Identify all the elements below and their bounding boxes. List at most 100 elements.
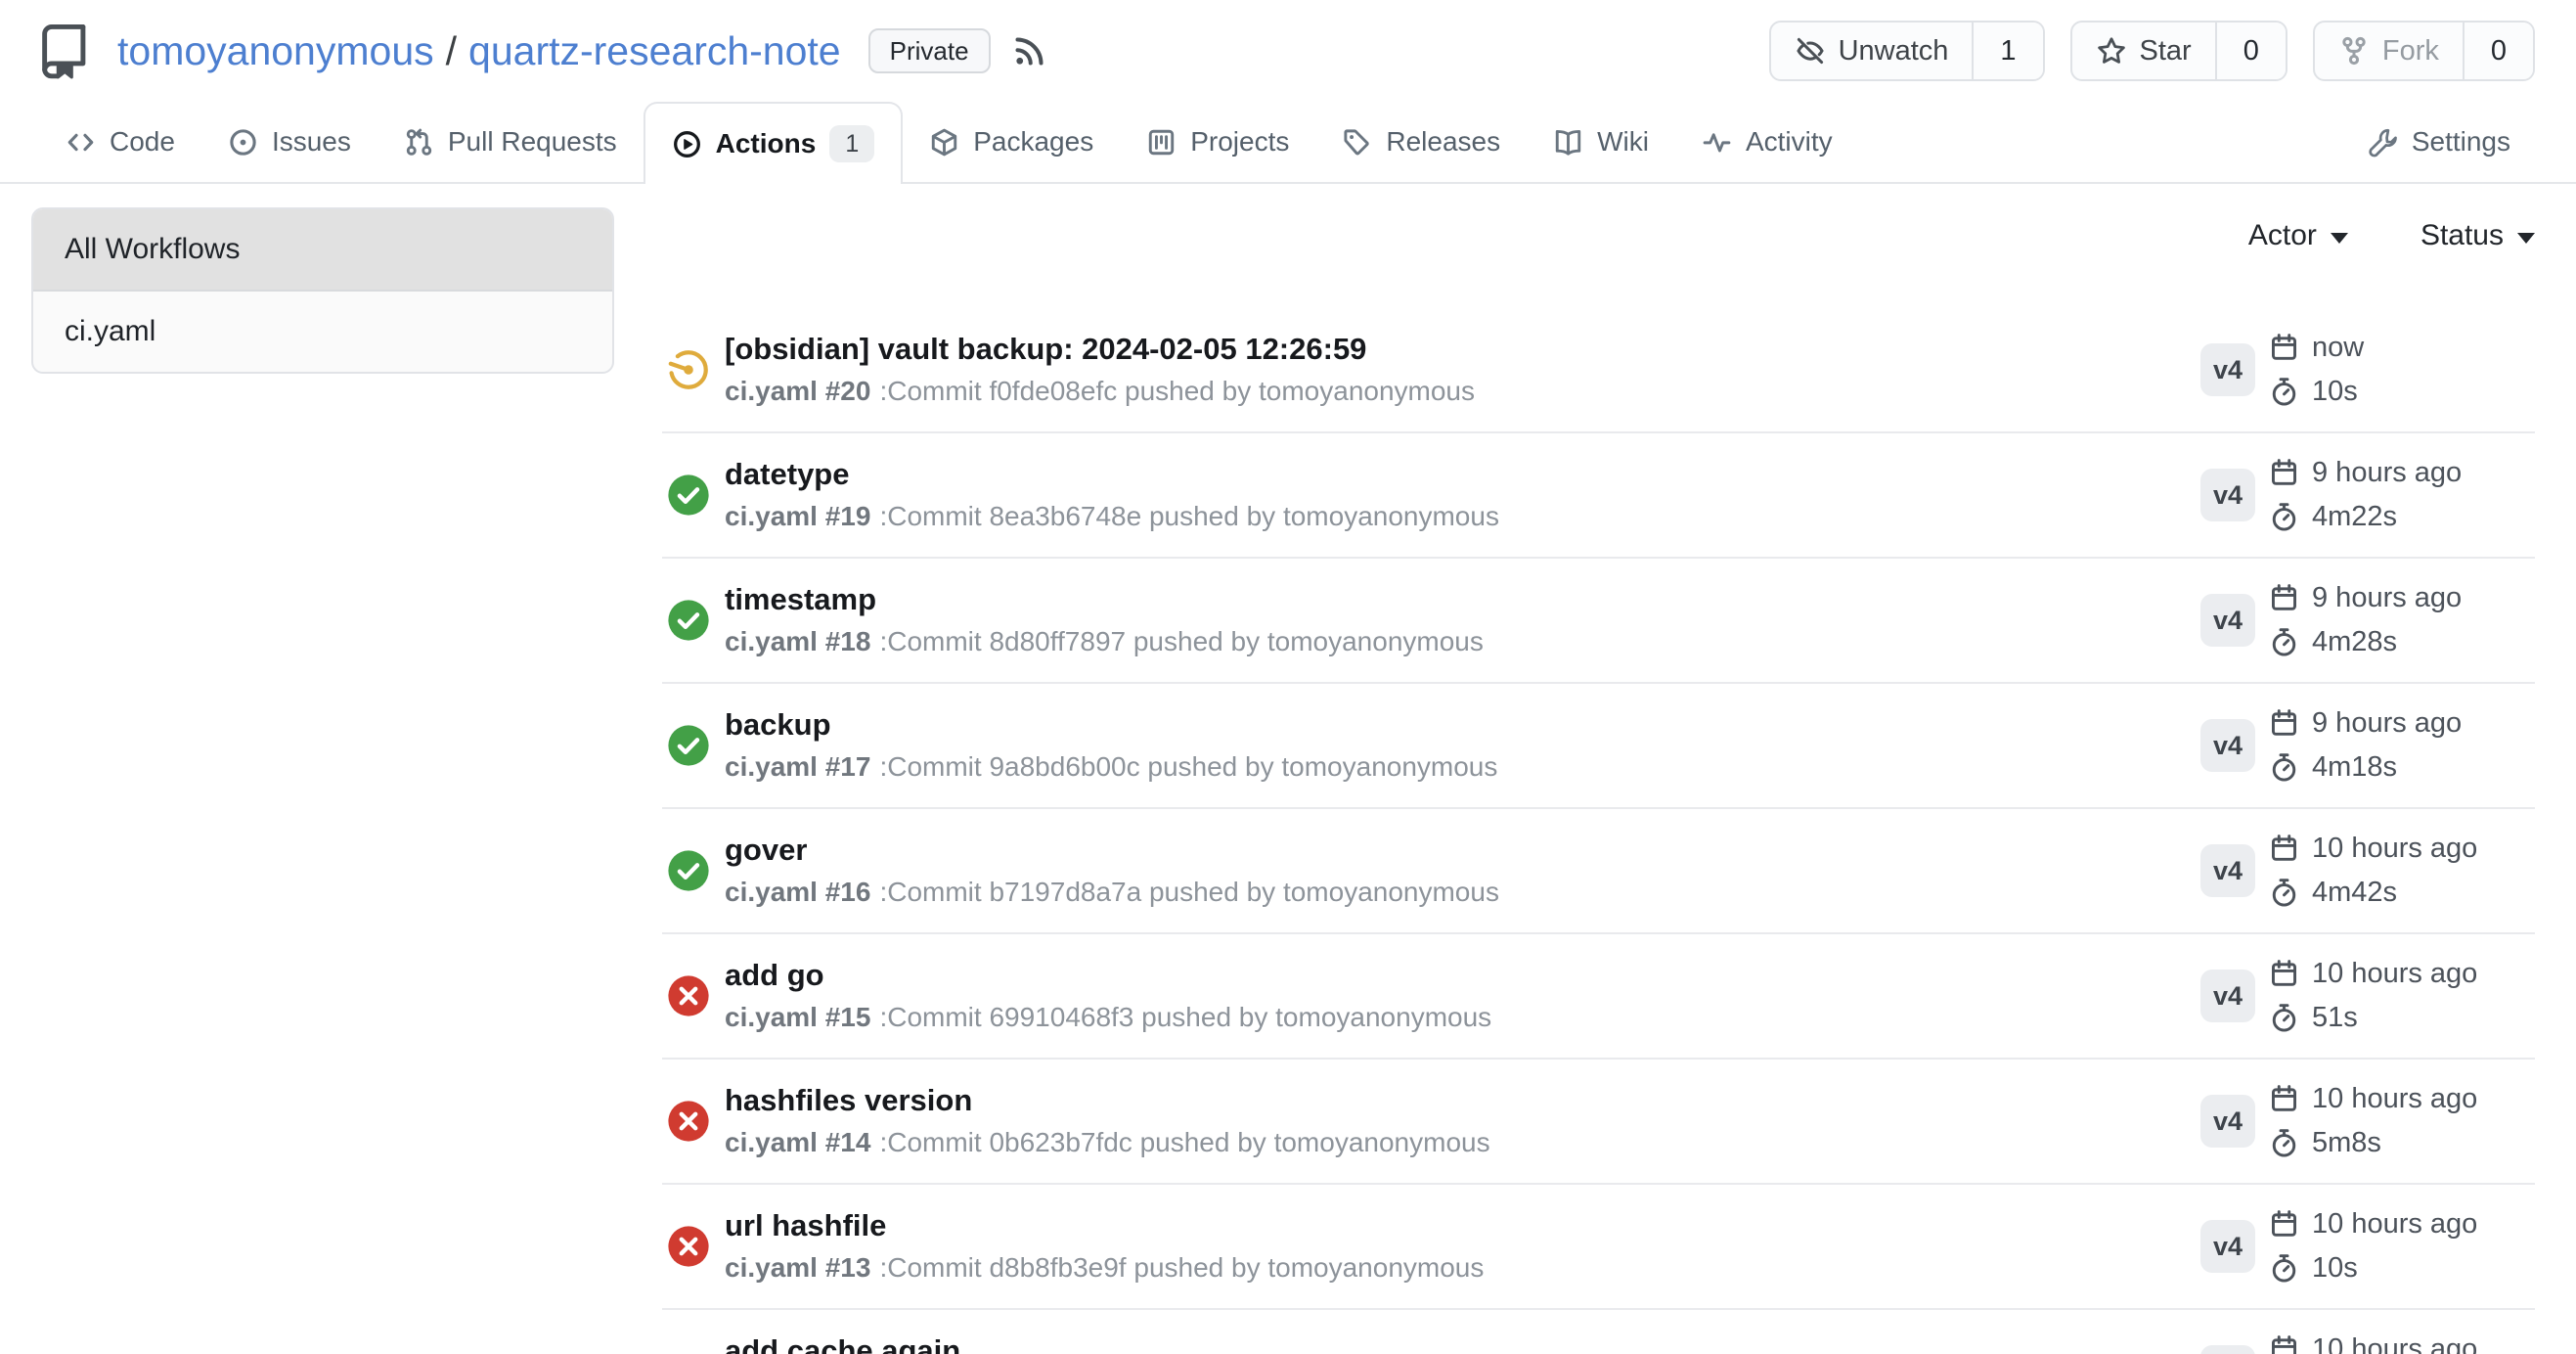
run-title-link[interactable]: timestamp — [725, 582, 2200, 617]
tab-label: Pull Requests — [448, 126, 617, 158]
sidebar-item-ci-yaml[interactable]: ci.yaml — [33, 292, 612, 372]
unwatch-button[interactable]: Unwatch 1 — [1769, 21, 2045, 81]
sidebar-item-label: ci.yaml — [65, 315, 155, 348]
tab-label: Projects — [1190, 126, 1289, 158]
run-meta: 9 hours ago 4m28s — [2269, 581, 2535, 660]
tab-code[interactable]: Code — [39, 102, 201, 182]
tab-settings[interactable]: Settings — [2341, 102, 2537, 182]
run-duration: 4m18s — [2312, 751, 2397, 784]
run-title-link[interactable]: hashfiles version — [725, 1083, 2200, 1118]
run-subtitle: ci.yaml #18:Commit 8d80ff7897 pushed by … — [725, 625, 2200, 658]
tab-bar-tabs: Code Issues Pull Requests Actions 1 Pack… — [39, 102, 1859, 182]
sidebar-item-label: All Workflows — [65, 233, 240, 266]
button-label: Star — [2140, 35, 2192, 68]
run-title-link[interactable]: gover — [725, 833, 2200, 868]
run-title-link[interactable]: add cache again — [725, 1333, 2200, 1354]
tab-packages[interactable]: Packages — [903, 102, 1120, 182]
run-version-badge: v4 — [2200, 844, 2255, 897]
run-time-ago: now — [2312, 332, 2364, 364]
run-workflow-ref: ci.yaml #17 — [725, 751, 870, 782]
book-icon — [1553, 127, 1583, 158]
button-count[interactable]: 1 — [1972, 23, 2042, 79]
run-time-ago-line: 10 hours ago — [2269, 832, 2535, 867]
issue-icon — [228, 127, 258, 158]
run-time-ago: 9 hours ago — [2312, 707, 2462, 740]
pull-request-icon — [404, 127, 434, 158]
run-time-ago-line: 10 hours ago — [2269, 1207, 2535, 1242]
run-time-ago: 9 hours ago — [2312, 582, 2462, 614]
tab-wiki[interactable]: Wiki — [1527, 102, 1675, 182]
run-version-badge: v4 — [2200, 594, 2255, 647]
tab-releases[interactable]: Releases — [1315, 102, 1527, 182]
tab-count-badge: 1 — [829, 125, 874, 162]
repo-name-link[interactable]: quartz-research-note — [468, 28, 841, 74]
in_progress-status-icon — [666, 347, 711, 392]
star-button[interactable]: Star 0 — [2070, 21, 2287, 81]
run-title-link[interactable]: [obsidian] vault backup: 2024-02-05 12:2… — [725, 332, 2200, 367]
run-info: timestamp ci.yaml #18:Commit 8d80ff7897 … — [725, 582, 2200, 659]
run-subtitle: ci.yaml #13:Commit d8b8fb3e9f pushed by … — [725, 1251, 2200, 1285]
run-workflow-ref: ci.yaml #19 — [725, 501, 870, 531]
run-title-link[interactable]: add go — [725, 958, 2200, 993]
workflow-run-row: url hashfile ci.yaml #13:Commit d8b8fb3e… — [662, 1185, 2535, 1310]
actor-filter-dropdown[interactable]: Actor — [2248, 219, 2348, 252]
run-version-badge: v4 — [2200, 1095, 2255, 1148]
stopwatch-icon — [2269, 1128, 2299, 1158]
run-info: add go ci.yaml #15:Commit 69910468f3 pus… — [725, 958, 2200, 1035]
run-subtitle: ci.yaml #15:Commit 69910468f3 pushed by … — [725, 1001, 2200, 1034]
run-time-ago-line: 10 hours ago — [2269, 1082, 2535, 1117]
tab-label: Releases — [1386, 126, 1500, 158]
tab-label: Actions — [716, 128, 817, 159]
run-duration-line: 4m28s — [2269, 625, 2535, 660]
success-status-icon — [666, 848, 711, 893]
tab-projects[interactable]: Projects — [1120, 102, 1315, 182]
run-title-link[interactable]: backup — [725, 707, 2200, 743]
run-workflow-ref: ci.yaml #15 — [725, 1002, 870, 1032]
run-time-ago-line: 10 hours ago — [2269, 1332, 2535, 1354]
tab-issues[interactable]: Issues — [201, 102, 378, 182]
calendar-icon — [2269, 1334, 2299, 1354]
tab-activity[interactable]: Activity — [1675, 102, 1859, 182]
stopwatch-icon — [2269, 1253, 2299, 1284]
repo-book-icon — [33, 21, 94, 81]
run-version-badge: v4 — [2200, 343, 2255, 396]
run-time-ago: 10 hours ago — [2312, 833, 2477, 865]
run-status-icon — [666, 1349, 711, 1354]
tab-actions[interactable]: Actions 1 — [644, 102, 904, 184]
run-duration-line: 10s — [2269, 1251, 2535, 1286]
status-filter-dropdown[interactable]: Status — [2421, 219, 2535, 252]
run-time-ago-line: 10 hours ago — [2269, 957, 2535, 992]
repo-owner-link[interactable]: tomoyanonymous — [117, 28, 434, 74]
play-circle-icon — [672, 129, 702, 159]
fork-button[interactable]: Fork 0 — [2313, 21, 2535, 81]
run-duration-line: 4m18s — [2269, 750, 2535, 786]
project-icon — [1146, 127, 1177, 158]
sidebar-item-all-workflows[interactable]: All Workflows — [33, 209, 612, 292]
workflow-run-row: add cache again v4 10 hours ago — [662, 1310, 2535, 1354]
run-meta: 9 hours ago 4m22s — [2269, 456, 2535, 535]
runs-list: [obsidian] vault backup: 2024-02-05 12:2… — [662, 308, 2535, 1354]
calendar-icon — [2269, 583, 2299, 613]
run-title-link[interactable]: datetype — [725, 457, 2200, 492]
run-time-ago: 9 hours ago — [2312, 457, 2462, 489]
calendar-icon — [2269, 708, 2299, 739]
calendar-icon — [2269, 458, 2299, 488]
calendar-icon — [2269, 1084, 2299, 1114]
tab-pull-requests[interactable]: Pull Requests — [378, 102, 644, 182]
rss-feed-icon[interactable] — [1010, 31, 1049, 70]
wrench-icon — [2368, 127, 2398, 158]
run-commit-text: :Commit 8ea3b6748e pushed by tomoyanonym… — [879, 501, 1499, 531]
activity-icon — [1702, 127, 1732, 158]
run-time-ago: 10 hours ago — [2312, 1083, 2477, 1115]
run-title-link[interactable]: url hashfile — [725, 1208, 2200, 1243]
button-count[interactable]: 0 — [2215, 23, 2286, 79]
run-workflow-ref: ci.yaml #16 — [725, 877, 870, 907]
button-count[interactable]: 0 — [2463, 23, 2533, 79]
tab-label: Activity — [1746, 126, 1833, 158]
run-info: url hashfile ci.yaml #13:Commit d8b8fb3e… — [725, 1208, 2200, 1286]
breadcrumb: tomoyanonymous / quartz-research-note — [117, 28, 841, 74]
run-version-badge: v4 — [2200, 1220, 2255, 1273]
run-duration-line: 4m42s — [2269, 876, 2535, 911]
button-label: Unwatch — [1839, 35, 1949, 68]
package-icon — [929, 127, 959, 158]
